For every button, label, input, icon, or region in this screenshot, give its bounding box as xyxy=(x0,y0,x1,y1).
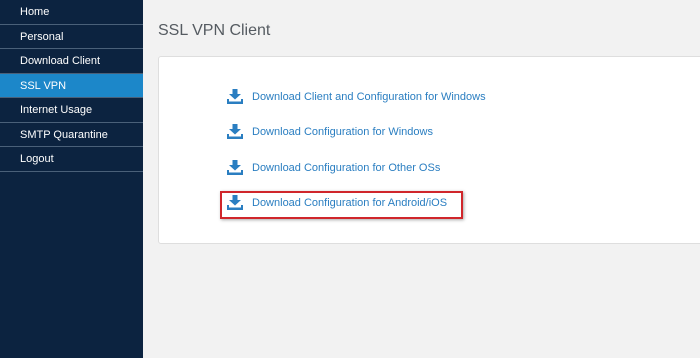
sidebar-item-smtp-quarantine[interactable]: SMTP Quarantine xyxy=(0,123,143,147)
download-config-other-os-link[interactable]: Download Configuration for Other OSs xyxy=(227,160,440,175)
download-icon xyxy=(227,89,243,104)
main-content: SSL VPN Client Download Client and Confi… xyxy=(143,0,700,358)
download-client-windows-link[interactable]: Download Client and Configuration for Wi… xyxy=(227,89,486,104)
sidebar-item-home[interactable]: Home xyxy=(0,0,143,25)
sidebar-nav: Home Personal Download Client SSL VPN In… xyxy=(0,0,143,358)
download-link-label: Download Configuration for Windows xyxy=(252,125,433,138)
highlight-annotation-box xyxy=(220,191,463,219)
download-link-label: Download Configuration for Other OSs xyxy=(252,161,441,174)
sidebar-item-personal[interactable]: Personal xyxy=(0,25,143,49)
sidebar-item-ssl-vpn[interactable]: SSL VPN xyxy=(0,73,143,98)
download-link-label: Download Client and Configuration for Wi… xyxy=(252,90,486,103)
sidebar-item-download-client[interactable]: Download Client xyxy=(0,49,143,74)
download-panel: Download Client and Configuration for Wi… xyxy=(158,56,700,244)
sidebar-item-logout[interactable]: Logout xyxy=(0,147,143,172)
download-icon xyxy=(227,160,243,175)
download-config-windows-link[interactable]: Download Configuration for Windows xyxy=(227,124,433,139)
page-title: SSL VPN Client xyxy=(158,22,271,39)
sidebar-item-internet-usage[interactable]: Internet Usage xyxy=(0,98,143,123)
download-icon xyxy=(227,124,243,139)
